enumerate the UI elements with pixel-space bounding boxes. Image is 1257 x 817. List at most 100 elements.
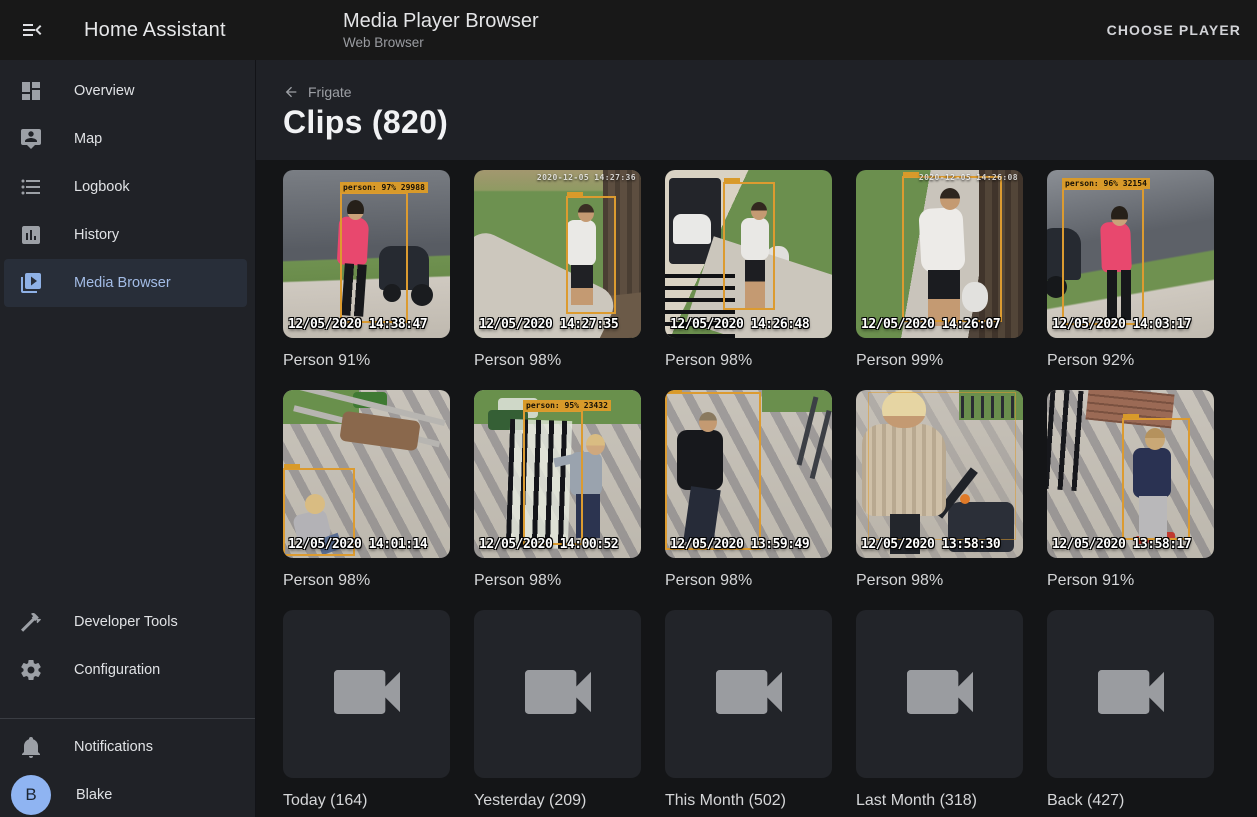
camera-osd-timestamp: 2020-12-05 14:26:08 xyxy=(919,173,1018,182)
detection-bbox xyxy=(566,196,616,314)
clip-timestamp: 12/05/2020 14:38:47 xyxy=(288,317,427,332)
video-icon xyxy=(514,648,602,741)
clip-caption: Person 98% xyxy=(665,350,832,372)
app-name: Home Assistant xyxy=(84,19,226,42)
panel-title: Media Player Browser xyxy=(343,10,539,33)
video-icon xyxy=(323,648,411,741)
media-browser-content: person: 97% 29988 12/05/2020 14:38:47 Pe… xyxy=(256,160,1257,817)
clip-thumbnail: 12/05/2020 13:59:49 xyxy=(665,390,832,558)
folder-caption: Back (427) xyxy=(1047,790,1214,812)
media-browser-header: Frigate Clips (820) xyxy=(256,60,1257,160)
folder-caption: Today (164) xyxy=(283,790,450,812)
topbar-left: Home Assistant xyxy=(0,18,256,42)
choose-player-button[interactable]: CHOOSE PLAYER xyxy=(1091,12,1257,48)
clip-caption: Person 91% xyxy=(283,350,450,372)
folder-card[interactable]: Back (427) xyxy=(1047,610,1214,812)
person-figure xyxy=(586,434,605,455)
clip-caption: Person 98% xyxy=(856,570,1023,592)
top-app-bar: Home Assistant Media Player Browser Web … xyxy=(0,0,1257,60)
clip-timestamp: 12/05/2020 14:01:14 xyxy=(288,537,427,552)
detection-bbox xyxy=(723,182,775,310)
folder-card[interactable]: Last Month (318) xyxy=(856,610,1023,812)
page-title: Clips (820) xyxy=(283,104,448,141)
clip-card[interactable]: 12/05/2020 14:26:48 Person 98% xyxy=(665,170,832,372)
sidebar-item-notifications[interactable]: Notifications xyxy=(0,723,255,771)
clip-card[interactable]: 12/05/2020 13:59:49 Person 98% xyxy=(665,390,832,592)
clip-card[interactable]: person: 95% 23432 12/05/2020 14:00:52 Pe… xyxy=(474,390,641,592)
detection-label xyxy=(567,192,583,197)
clip-card[interactable]: 12/05/2020 13:58:17 Person 91% xyxy=(1047,390,1214,592)
clip-timestamp: 12/05/2020 14:26:07 xyxy=(861,317,1000,332)
clip-card[interactable]: 12/05/2020 14:01:14 Person 98% xyxy=(283,390,450,592)
detection-bbox xyxy=(1122,418,1190,540)
folder-caption: Last Month (318) xyxy=(856,790,1023,812)
sidebar-item-overview[interactable]: Overview xyxy=(0,67,255,115)
hammer-icon xyxy=(19,610,43,634)
scene-prop xyxy=(762,390,832,412)
clip-caption: Person 98% xyxy=(665,570,832,592)
folder-thumbnail xyxy=(283,610,450,778)
folder-thumbnail xyxy=(856,610,1023,778)
clip-timestamp: 12/05/2020 13:58:17 xyxy=(1052,537,1191,552)
clip-timestamp: 12/05/2020 13:59:49 xyxy=(670,537,809,552)
avatar: B xyxy=(11,775,51,815)
clip-timestamp: 12/05/2020 14:27:35 xyxy=(479,317,618,332)
clip-caption: Person 92% xyxy=(1047,350,1214,372)
sidebar-bottom-group: Developer Tools Configuration xyxy=(0,598,255,694)
folder-card[interactable]: Yesterday (209) xyxy=(474,610,641,812)
clip-card[interactable]: 2020-12-05 14:26:08 12/05/2020 14:26:07 … xyxy=(856,170,1023,372)
panel-subtitle: Web Browser xyxy=(343,35,539,51)
folder-caption: This Month (502) xyxy=(665,790,832,812)
camera-osd-timestamp: 2020-12-05 14:27:36 xyxy=(537,173,636,182)
clip-timestamp: 12/05/2020 13:58:30 xyxy=(861,537,1000,552)
clip-caption: Person 98% xyxy=(283,570,450,592)
sidebar-item-media-browser[interactable]: Media Browser xyxy=(4,259,247,307)
home-assistant-window: Home Assistant Media Player Browser Web … xyxy=(0,0,1257,817)
video-icon xyxy=(896,648,984,741)
detection-label xyxy=(284,464,300,469)
view-dashboard-icon xyxy=(19,79,43,103)
detection-label: person: 97% 29988 xyxy=(340,182,428,193)
detection-bbox xyxy=(902,176,1002,322)
sidebar-item-map[interactable]: Map xyxy=(0,115,255,163)
sidebar-toggle-icon[interactable] xyxy=(20,18,44,42)
account-map-icon xyxy=(19,127,43,151)
clip-thumbnail: 12/05/2020 14:26:48 xyxy=(665,170,832,338)
detection-bbox xyxy=(665,392,761,550)
sidebar-item-developer-tools[interactable]: Developer Tools xyxy=(0,598,255,646)
detection-label xyxy=(666,390,682,393)
detection-label: person: 96% 32154 xyxy=(1062,178,1150,189)
sidebar-item-user[interactable]: B Blake xyxy=(0,771,255,817)
video-icon xyxy=(1087,648,1175,741)
folder-card[interactable]: This Month (502) xyxy=(665,610,832,812)
clip-thumbnail: 12/05/2020 14:01:14 xyxy=(283,390,450,558)
clip-card[interactable]: 2020-12-05 14:27:36 12/05/2020 14:27:35 … xyxy=(474,170,641,372)
clip-card[interactable]: 12/05/2020 13:58:30 Person 98% xyxy=(856,390,1023,592)
folder-card[interactable]: Today (164) xyxy=(283,610,450,812)
detection-label: person: 95% 23432 xyxy=(523,400,611,411)
clips-grid: person: 97% 29988 12/05/2020 14:38:47 Pe… xyxy=(283,170,1257,812)
folder-thumbnail xyxy=(474,610,641,778)
clip-thumbnail: person: 97% 29988 12/05/2020 14:38:47 xyxy=(283,170,450,338)
play-box-multiple-icon xyxy=(19,271,43,295)
detection-bbox: person: 95% 23432 xyxy=(523,410,583,545)
clip-card[interactable]: person: 96% 32154 12/05/2020 14:03:17 Pe… xyxy=(1047,170,1214,372)
sidebar-item-logbook[interactable]: Logbook xyxy=(0,163,255,211)
detection-bbox: person: 97% 29988 xyxy=(340,192,408,323)
bell-icon xyxy=(19,735,43,759)
clip-thumbnail: 2020-12-05 14:26:08 12/05/2020 14:26:07 xyxy=(856,170,1023,338)
clip-thumbnail: 12/05/2020 13:58:30 xyxy=(856,390,1023,558)
clip-thumbnail: person: 95% 23432 12/05/2020 14:00:52 xyxy=(474,390,641,558)
clip-caption: Person 99% xyxy=(856,350,1023,372)
sidebar-nav: Overview Map Logbook History Media Brows… xyxy=(0,60,255,307)
folder-caption: Yesterday (209) xyxy=(474,790,641,812)
sidebar-item-history[interactable]: History xyxy=(0,211,255,259)
sidebar-item-configuration[interactable]: Configuration xyxy=(0,646,255,694)
panel-title-block: Media Player Browser Web Browser xyxy=(343,10,539,51)
breadcrumb[interactable]: Frigate xyxy=(283,84,352,100)
clip-card[interactable]: person: 97% 29988 12/05/2020 14:38:47 Pe… xyxy=(283,170,450,372)
scene-band xyxy=(1047,390,1084,491)
clip-thumbnail: 2020-12-05 14:27:36 12/05/2020 14:27:35 xyxy=(474,170,641,338)
sidebar-divider xyxy=(0,718,255,719)
clip-thumbnail: person: 96% 32154 12/05/2020 14:03:17 xyxy=(1047,170,1214,338)
